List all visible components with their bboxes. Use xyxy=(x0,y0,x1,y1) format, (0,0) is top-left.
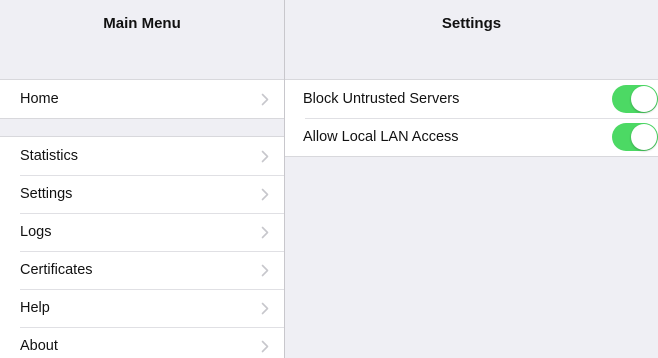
setting-label: Allow Local LAN Access xyxy=(303,129,459,145)
menu-item-label: Statistics xyxy=(20,148,79,164)
menu-item-home[interactable]: Home xyxy=(0,80,284,118)
setting-label: Block Untrusted Servers xyxy=(303,91,460,107)
menu-item-help[interactable]: Help xyxy=(0,289,284,327)
menu-item-label: Certificates xyxy=(20,262,93,278)
menu-item-statistics[interactable]: Statistics xyxy=(0,137,284,175)
menu-item-about[interactable]: About xyxy=(0,327,284,358)
main-menu-pane: Main Menu Home Statistics Settings Logs … xyxy=(0,0,285,358)
menu-section-main: Statistics Settings Logs Certificates He… xyxy=(0,136,284,358)
chevron-right-icon xyxy=(260,92,270,106)
menu-item-label: Help xyxy=(20,300,50,316)
toggle-knob xyxy=(631,86,657,112)
menu-item-certificates[interactable]: Certificates xyxy=(0,251,284,289)
settings-pane: Settings Block Untrusted Servers Allow L… xyxy=(285,0,658,358)
menu-section-home: Home xyxy=(0,79,284,119)
menu-item-logs[interactable]: Logs xyxy=(0,213,284,251)
chevron-right-icon xyxy=(260,149,270,163)
chevron-right-icon xyxy=(260,263,270,277)
block-untrusted-servers-toggle[interactable] xyxy=(612,85,658,113)
chevron-right-icon xyxy=(260,225,270,239)
main-menu-title: Main Menu xyxy=(103,15,181,32)
toggle-knob xyxy=(631,124,657,150)
menu-item-label: About xyxy=(20,338,58,354)
settings-navbar: Settings xyxy=(285,0,658,42)
chevron-right-icon xyxy=(260,301,270,315)
allow-local-lan-access-toggle[interactable] xyxy=(612,123,658,151)
settings-section: Block Untrusted Servers Allow Local LAN … xyxy=(285,79,658,157)
settings-title: Settings xyxy=(441,15,502,32)
setting-row-allow-local-lan-access: Allow Local LAN Access xyxy=(285,118,658,156)
main-menu-navbar: Main Menu xyxy=(0,0,284,42)
menu-item-label: Logs xyxy=(20,224,52,240)
menu-item-label: Settings xyxy=(20,186,73,202)
menu-item-label: Home xyxy=(20,91,59,107)
chevron-right-icon xyxy=(260,339,270,353)
menu-item-settings[interactable]: Settings xyxy=(0,175,284,213)
setting-row-block-untrusted-servers: Block Untrusted Servers xyxy=(285,80,658,118)
split-view: Main Menu Home Statistics Settings Logs … xyxy=(0,0,658,358)
chevron-right-icon xyxy=(260,187,270,201)
